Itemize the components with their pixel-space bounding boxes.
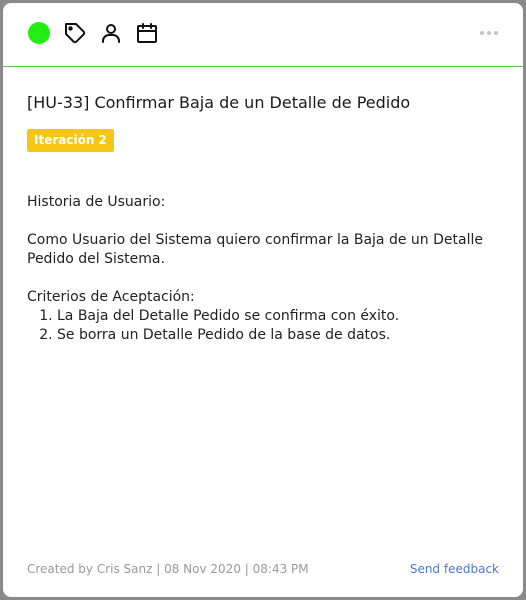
user-icon[interactable] xyxy=(99,21,123,45)
list-item: Se borra un Detalle Pedido de la base de… xyxy=(57,326,497,345)
card-title: [HU-33] Confirmar Baja de un Detalle de … xyxy=(27,93,411,112)
card-description: Historia de Usuario: Como Usuario del Si… xyxy=(27,193,497,345)
created-meta: Created by Cris Sanz | 08 Nov 2020 | 08:… xyxy=(27,562,309,576)
description-heading: Historia de Usuario: xyxy=(27,194,166,210)
card-toolbar xyxy=(3,3,523,67)
criteria-heading: Criterios de Aceptación: xyxy=(27,289,195,305)
more-horizontal-icon[interactable] xyxy=(477,21,501,45)
task-card: [HU-33] Confirmar Baja de un Detalle de … xyxy=(3,3,523,597)
status-indicator[interactable] xyxy=(28,22,50,44)
story-line-1: Como Usuario del Sistema quiero confirma… xyxy=(27,232,483,248)
story-line-2: Pedido del Sistema. xyxy=(27,251,165,267)
criteria-list: La Baja del Detalle Pedido se confirma c… xyxy=(27,307,497,345)
tag-icon[interactable] xyxy=(63,21,87,45)
iteration-badge[interactable]: Iteración 2 xyxy=(27,129,114,152)
calendar-icon[interactable] xyxy=(135,21,159,45)
list-item: La Baja del Detalle Pedido se confirma c… xyxy=(57,307,497,326)
send-feedback-link[interactable]: Send feedback xyxy=(410,562,499,576)
